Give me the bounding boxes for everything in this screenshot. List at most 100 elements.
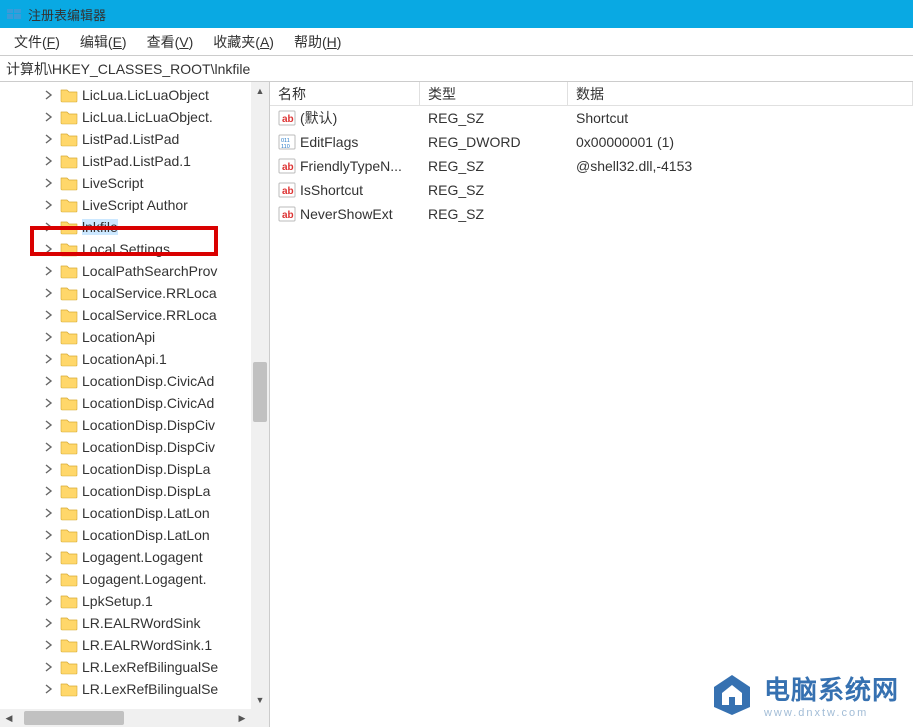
tree-item[interactable]: LocationDisp.DispLa: [0, 458, 269, 480]
value-name: NeverShowExt: [300, 206, 393, 222]
scroll-thumb[interactable]: [253, 362, 267, 422]
tree-item[interactable]: LocalPathSearchProv: [0, 260, 269, 282]
folder-icon: [60, 505, 78, 521]
tree-item-label: LocationDisp.CivicAd: [82, 395, 214, 411]
column-header-name[interactable]: 名称: [270, 82, 420, 105]
folder-icon: [60, 351, 78, 367]
value-type: REG_SZ: [420, 158, 568, 174]
watermark: 电脑系统网 www.dnxtw.com: [710, 670, 899, 719]
column-header-data[interactable]: 数据: [568, 82, 913, 105]
expand-icon[interactable]: [42, 462, 56, 476]
expand-icon[interactable]: [42, 374, 56, 388]
list-row[interactable]: 011110EditFlagsREG_DWORD0x00000001 (1): [270, 130, 913, 154]
tree-item[interactable]: LR.LexRefBilingualSe: [0, 656, 269, 678]
expand-icon[interactable]: [42, 308, 56, 322]
titlebar: 注册表编辑器: [0, 0, 913, 28]
list-row[interactable]: abIsShortcutREG_SZ: [270, 178, 913, 202]
scroll-thumb[interactable]: [24, 711, 124, 725]
tree-item[interactable]: LpkSetup.1: [0, 590, 269, 612]
tree-item[interactable]: LocalService.RRLoca: [0, 304, 269, 326]
tree-item[interactable]: LicLua.LicLuaObject: [0, 84, 269, 106]
expand-icon[interactable]: [42, 352, 56, 366]
tree-item[interactable]: LocationDisp.CivicAd: [0, 370, 269, 392]
expand-icon[interactable]: [42, 616, 56, 630]
tree-item[interactable]: LocationDisp.DispLa: [0, 480, 269, 502]
expand-icon[interactable]: [42, 88, 56, 102]
expand-icon[interactable]: [42, 110, 56, 124]
expand-icon[interactable]: [42, 286, 56, 300]
tree-item[interactable]: lnkfile: [0, 216, 269, 238]
folder-icon: [60, 439, 78, 455]
tree-item-label: LocationApi.1: [82, 351, 167, 367]
tree-vertical-scrollbar[interactable]: ▲ ▼: [251, 82, 269, 709]
expand-icon[interactable]: [42, 440, 56, 454]
expand-icon[interactable]: [42, 572, 56, 586]
tree-item[interactable]: LR.EALRWordSink: [0, 612, 269, 634]
list-row[interactable]: abNeverShowExtREG_SZ: [270, 202, 913, 226]
tree-item[interactable]: LiveScript Author: [0, 194, 269, 216]
expand-icon[interactable]: [42, 330, 56, 344]
expand-icon[interactable]: [42, 506, 56, 520]
folder-icon: [60, 593, 78, 609]
registry-tree[interactable]: LicLua.LicLuaObject LicLua.LicLuaObject. L…: [0, 82, 269, 702]
tree-item[interactable]: LocationDisp.DispCiv: [0, 414, 269, 436]
list-row[interactable]: abFriendlyTypeN...REG_SZ@shell32.dll,-41…: [270, 154, 913, 178]
tree-item[interactable]: LR.EALRWordSink.1: [0, 634, 269, 656]
expand-icon[interactable]: [42, 660, 56, 674]
tree-item[interactable]: LocationDisp.CivicAd: [0, 392, 269, 414]
list-pane: 名称 类型 数据 ab(默认)REG_SZShortcut011110EditF…: [270, 82, 913, 727]
expand-icon[interactable]: [42, 264, 56, 278]
tree-item-label: LocationDisp.CivicAd: [82, 373, 214, 389]
scroll-right-arrow-icon[interactable]: ▶: [233, 709, 251, 727]
expand-icon[interactable]: [42, 528, 56, 542]
expand-icon[interactable]: [42, 198, 56, 212]
expand-icon[interactable]: [42, 154, 56, 168]
tree-item-label: LicLua.LicLuaObject: [82, 87, 209, 103]
string-value-icon: ab: [278, 109, 296, 127]
tree-item[interactable]: ListPad.ListPad.1: [0, 150, 269, 172]
list-row[interactable]: ab(默认)REG_SZShortcut: [270, 106, 913, 130]
tree-item-label: lnkfile: [82, 219, 118, 235]
tree-item[interactable]: Logagent.Logagent: [0, 546, 269, 568]
expand-icon[interactable]: [42, 176, 56, 190]
tree-item[interactable]: ListPad.ListPad: [0, 128, 269, 150]
expand-icon[interactable]: [42, 242, 56, 256]
tree-item-label: ListPad.ListPad: [82, 131, 179, 147]
tree-item[interactable]: Logagent.Logagent.: [0, 568, 269, 590]
menu-favorites[interactable]: 收藏夹(A): [203, 29, 284, 55]
expand-icon[interactable]: [42, 418, 56, 432]
column-header-type[interactable]: 类型: [420, 82, 568, 105]
menu-edit[interactable]: 编辑(E): [70, 29, 137, 55]
scroll-up-arrow-icon[interactable]: ▲: [251, 82, 269, 100]
expand-icon[interactable]: [42, 594, 56, 608]
expand-icon[interactable]: [42, 220, 56, 234]
tree-item[interactable]: LocationApi.1: [0, 348, 269, 370]
tree-item[interactable]: LocalService.RRLoca: [0, 282, 269, 304]
menu-file[interactable]: 文件(F): [4, 29, 70, 55]
scroll-down-arrow-icon[interactable]: ▼: [251, 691, 269, 709]
addressbar[interactable]: 计算机\HKEY_CLASSES_ROOT\lnkfile: [0, 56, 913, 82]
menu-help[interactable]: 帮助(H): [284, 29, 351, 55]
tree-item-label: Logagent.Logagent.: [82, 571, 207, 587]
tree-item-label: LicLua.LicLuaObject.: [82, 109, 213, 125]
tree-item[interactable]: LR.LexRefBilingualSe: [0, 678, 269, 700]
tree-item-label: LR.LexRefBilingualSe: [82, 659, 218, 675]
expand-icon[interactable]: [42, 638, 56, 652]
tree-item[interactable]: LocationDisp.LatLon: [0, 502, 269, 524]
tree-item[interactable]: LocationApi: [0, 326, 269, 348]
menu-view[interactable]: 查看(V): [137, 29, 204, 55]
expand-icon[interactable]: [42, 484, 56, 498]
expand-icon[interactable]: [42, 550, 56, 564]
tree-item-label: LocalService.RRLoca: [82, 307, 217, 323]
tree-item[interactable]: LocationDisp.DispCiv: [0, 436, 269, 458]
scroll-left-arrow-icon[interactable]: ◀: [0, 709, 18, 727]
expand-icon[interactable]: [42, 682, 56, 696]
expand-icon[interactable]: [42, 396, 56, 410]
tree-horizontal-scrollbar[interactable]: ◀ ▶: [0, 709, 251, 727]
tree-item[interactable]: LocationDisp.LatLon: [0, 524, 269, 546]
expand-icon[interactable]: [42, 132, 56, 146]
tree-item[interactable]: LicLua.LicLuaObject.: [0, 106, 269, 128]
tree-item[interactable]: LiveScript: [0, 172, 269, 194]
tree-item-label: LocationDisp.LatLon: [82, 527, 210, 543]
tree-item[interactable]: Local Settings: [0, 238, 269, 260]
